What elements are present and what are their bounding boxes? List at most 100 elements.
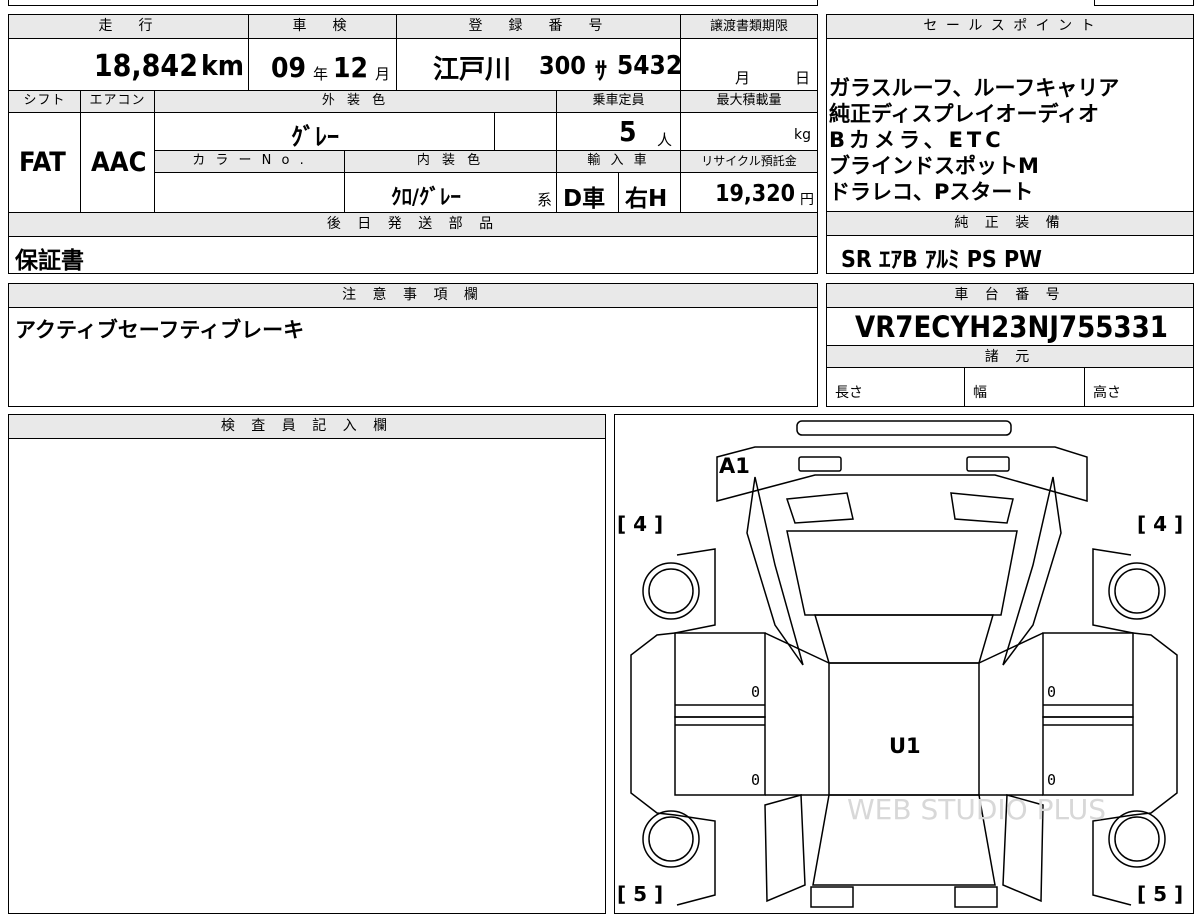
sales-point-item: ブラインドスポットM	[829, 154, 1039, 178]
later-parts-cell: 保証書	[9, 237, 817, 273]
exterior-color-label: 外 装 色	[155, 91, 557, 113]
mileage-cell: 18,842 km	[9, 39, 249, 91]
notes-block: 注 意 事 項 欄 アクティブセーフティブレーキ	[8, 283, 818, 407]
wheel-front-left-inner	[648, 568, 694, 614]
wheel-rear-right-inner	[1114, 816, 1160, 862]
inspection-cell: 09 年 12 月	[249, 39, 397, 91]
equipment-cell: SR ｴｱB ｱﾙﾐ PS PW	[827, 236, 1193, 272]
registration-class: 300	[539, 51, 586, 80]
chassis-label: 車 台 番 号	[827, 284, 1193, 308]
headlight-left	[798, 456, 842, 472]
aircon-label: エアコン	[81, 91, 155, 113]
capacity-value: 5	[619, 115, 637, 148]
inspection-year: 09	[271, 51, 307, 84]
recycle-label: リサイクル預託金	[681, 151, 817, 173]
aircon-cell: AAC	[81, 113, 155, 213]
headlight-right	[966, 456, 1010, 472]
sales-point-item: ドラレコ、Pスタート	[829, 180, 1034, 204]
registration-label: 登 録 番 号	[397, 15, 681, 39]
hood-outline	[746, 476, 804, 666]
transfer-day-unit: 日	[795, 69, 811, 87]
max-load-label: 最大積載量	[681, 91, 817, 113]
aircon-value: AAC	[91, 147, 147, 178]
capacity-label: 乗車定員	[557, 91, 681, 113]
mileage-value: 18,842	[93, 49, 198, 84]
wheel-code-rear-right: [ 5 ]	[1137, 882, 1183, 906]
sales-point-item: ガラスルーフ、ルーフキャリア	[829, 76, 1120, 100]
later-parts-label: 後 日 発 送 部 品	[9, 213, 817, 237]
windshield	[786, 530, 1018, 616]
capacity-cell: 5 人	[557, 113, 681, 151]
height-cell: 高さ	[1085, 368, 1193, 406]
notes-label: 注 意 事 項 欄	[9, 284, 817, 308]
front-bumper	[796, 420, 1012, 436]
interior-color-cell: ｸﾛ/ｸﾞﾚｰ 系	[345, 173, 557, 213]
length-label: 長さ	[835, 385, 863, 401]
top-strip	[8, 0, 818, 6]
capacity-unit: 人	[657, 131, 673, 149]
wheel-front-left	[642, 562, 700, 620]
inspection-month-unit: 月	[375, 65, 391, 83]
import-type-cell: D車	[557, 173, 619, 213]
wheel-rear-left-inner	[648, 816, 694, 862]
wheel-code-rear-left: [ 5 ]	[617, 882, 663, 906]
wheel-rear-right	[1108, 810, 1166, 868]
left-body	[630, 548, 716, 906]
steering-cell: 右H	[619, 173, 681, 213]
import-label: 輸 入 車	[557, 151, 681, 173]
import-type-value: D車	[563, 186, 606, 212]
inspector-label: 検 査 員 記 入 欄	[9, 415, 605, 439]
max-load-cell: kg	[681, 113, 817, 151]
width-label: 幅	[973, 385, 987, 401]
wheel-code-front-left: [ 4 ]	[617, 512, 663, 536]
registration-area: 江戸川	[433, 55, 512, 85]
notes-value: アクティブセーフティブレーキ	[15, 318, 305, 342]
door-mark-front-left: 0	[751, 683, 760, 701]
notes-cell: アクティブセーフティブレーキ	[9, 308, 817, 406]
car-diagram: A1 U1 [ 4 ] [ 4 ] [ 5 ] [ 5 ] 0 0 0 0 WE…	[617, 420, 1183, 908]
registration-cell: 江戸川 300 ｻ 5432	[397, 39, 681, 91]
cabin	[828, 662, 980, 796]
roof-code: A1	[719, 454, 750, 478]
sales-point-list: ガラスルーフ、ルーフキャリア 純正ディスプレイオーディオ Bカメラ、ETC ブラ…	[827, 75, 1193, 215]
equipment-label: 純 正 装 備	[827, 212, 1193, 236]
main-info-block: 走 行 車 検 登 録 番 号 譲渡書類期限 18,842 km 09 年 12…	[8, 14, 818, 274]
registration-number: 5432	[617, 51, 681, 81]
door-mark-rear-right: 0	[1047, 771, 1056, 789]
recycle-unit: 円	[800, 192, 814, 208]
mirror-right	[950, 492, 1014, 524]
max-load-unit: kg	[794, 127, 811, 143]
door-mark-rear-left: 0	[751, 771, 760, 789]
spec-label: 諸 元	[827, 346, 1193, 368]
inspection-year-unit: 年	[313, 65, 329, 83]
transfer-month-unit: 月	[735, 69, 751, 87]
exterior-color-cell: ｸﾞﾚｰ	[155, 113, 495, 151]
car-diagram-block: A1 U1 [ 4 ] [ 4 ] [ 5 ] [ 5 ] 0 0 0 0 WE…	[614, 414, 1194, 914]
chassis-block: 車 台 番 号 VR7ECYH23NJ755331 諸 元 長さ 幅 高さ	[826, 283, 1194, 407]
interior-color-value: ｸﾛ/ｸﾞﾚｰ	[391, 185, 461, 209]
transfer-doc-cell: 月 日	[681, 39, 817, 91]
shift-label: シフト	[9, 91, 81, 113]
wheel-code-front-right: [ 4 ]	[1137, 512, 1183, 536]
wheel-front-right	[1108, 562, 1166, 620]
exterior-color-value: ｸﾞﾚｰ	[291, 123, 339, 151]
recycle-amount: 19,320	[715, 181, 795, 207]
inspection-label: 車 検	[249, 15, 397, 39]
mileage-label: 走 行	[9, 15, 249, 39]
color-no-label: カ ラ ー N o .	[155, 151, 345, 173]
inspector-block: 検 査 員 記 入 欄	[8, 414, 606, 914]
sales-point-block: セ ー ル ス ポ イ ン ト ガラスルーフ、ルーフキャリア 純正ディスプレイオ…	[826, 14, 1194, 212]
inspection-month: 12	[333, 51, 369, 84]
body-code: U1	[889, 734, 921, 758]
chassis-cell: VR7ECYH23NJ755331	[827, 308, 1193, 346]
rear-light-left	[810, 886, 854, 908]
shift-cell: FAT	[9, 113, 81, 213]
top-strip-right	[1094, 0, 1194, 6]
sales-point-item: Bカメラ、ETC	[829, 128, 1005, 152]
length-cell: 長さ	[827, 368, 965, 406]
mileage-unit: km	[201, 49, 244, 82]
exterior-color-extra-cell	[495, 113, 557, 151]
sales-point-label: セ ー ル ス ポ イ ン ト	[827, 15, 1193, 39]
watermark: WEB STUDIO PLUS	[847, 793, 1106, 826]
shift-value: FAT	[19, 147, 66, 178]
